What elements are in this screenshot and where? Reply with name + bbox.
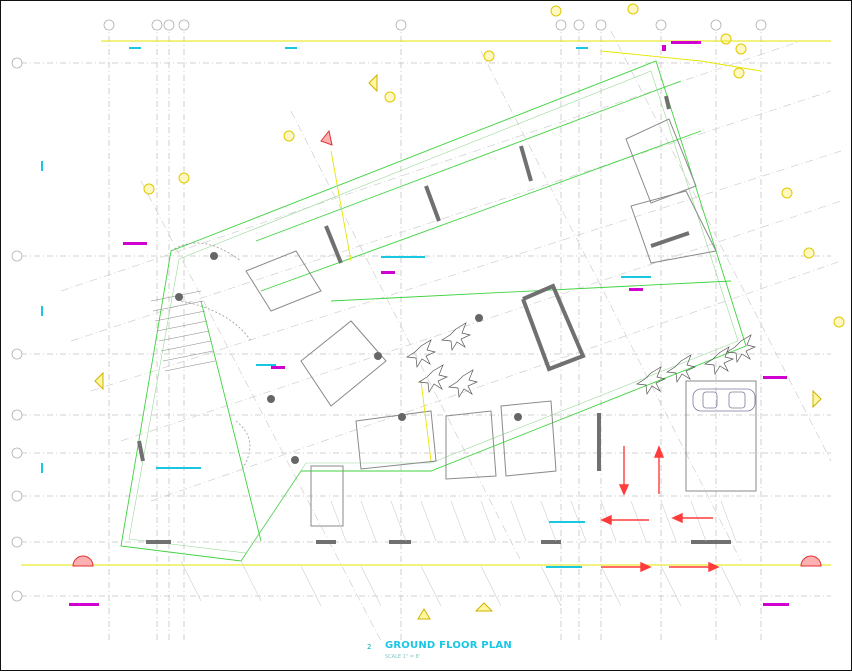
floor-plan-drawing [11,3,845,642]
circulation-arrows [600,445,720,573]
grid-bubbles-top [103,19,767,31]
grid-bubbles-left [11,57,23,602]
grid-bubbles-yellow [143,3,845,328]
drawing-number: 2 [367,643,372,651]
drawing-sheet: 2 GROUND FLOOR PLAN SCALE 1" = 8' [0,0,852,671]
stair [150,290,216,372]
structural-walls [137,95,731,544]
landscape-plants [405,322,757,399]
drawing-title-block: 2 GROUND FLOOR PLAN SCALE 1" = 8' [361,640,581,668]
grid-lines-rotated [60,30,842,642]
car [692,388,756,412]
cyan-notes [41,47,651,568]
grid-lines-horizontal [21,62,831,597]
interior-walls [245,118,757,527]
yellow-layer [21,40,831,566]
drawing-title: GROUND FLOOR PLAN [385,640,512,651]
columns [175,252,522,464]
drawing-scale: SCALE 1" = 8' [385,654,421,660]
parking-hatch [180,500,742,607]
building-outline [120,60,747,562]
